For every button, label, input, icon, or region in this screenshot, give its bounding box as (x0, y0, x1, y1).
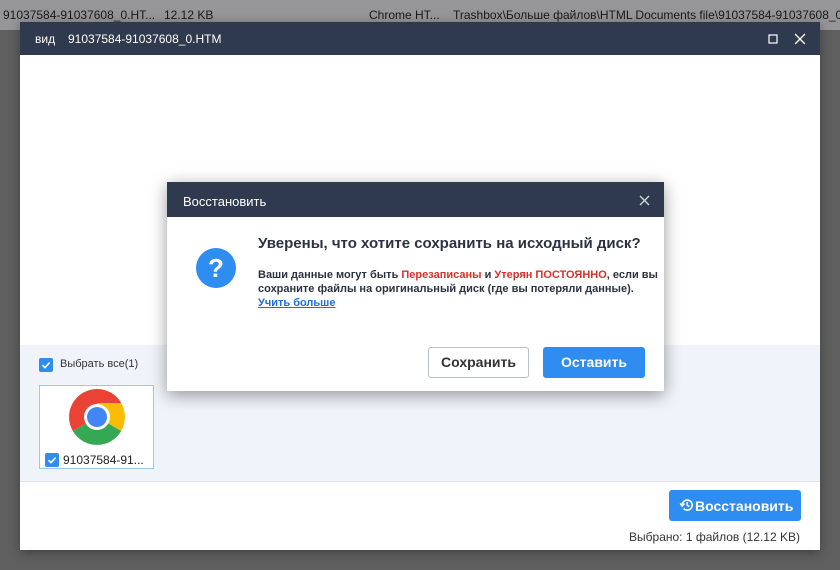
preview-title-bar: вид 91037584-91037608_0.HTM (20, 22, 820, 55)
dialog-title-bar: Восстановить (167, 182, 664, 217)
warning-lost: Утерян ПОСТОЯННО (494, 269, 607, 281)
preview-label: вид (35, 32, 56, 46)
chrome-icon (68, 388, 126, 451)
restore-button[interactable]: Восстановить (669, 490, 801, 521)
dialog-message: Ваши данные могут быть Перезаписаны и Ут… (258, 268, 658, 310)
file-checkbox-icon[interactable] (45, 453, 59, 467)
close-icon[interactable] (792, 31, 808, 47)
question-icon: ? (196, 248, 236, 288)
dialog-heading: Уверены, что хотите сохранить на исходны… (258, 235, 641, 252)
checkbox-icon (39, 358, 53, 372)
selected-info: Выбрано: 1 файлов (12.12 KB) (629, 530, 800, 544)
learn-more-link[interactable]: Учить больше (258, 297, 335, 309)
dialog-title: Восстановить (183, 194, 267, 209)
preview-filename: 91037584-91037608_0.HTM (68, 32, 222, 46)
save-button[interactable]: Сохранить (428, 347, 529, 378)
warning-overwritten: Перезаписаны (401, 269, 482, 281)
file-card[interactable]: 91037584-91... (39, 385, 154, 469)
preview-footer: Восстановить Выбрано: 1 файлов (12.12 KB… (20, 481, 820, 550)
restore-button-label: Восстановить (695, 498, 794, 514)
message-text: Ваши данные могут быть (258, 269, 402, 281)
confirm-dialog: Восстановить ? Уверены, что хотите сохра… (167, 182, 664, 391)
select-all-label: Выбрать все(1) (60, 358, 139, 370)
keep-button[interactable]: Оставить (543, 347, 645, 378)
message-text: и (481, 269, 495, 281)
history-icon (679, 497, 695, 516)
maximize-icon[interactable] (766, 32, 780, 46)
file-card-name: 91037584-91... (63, 453, 144, 467)
dialog-close-icon[interactable] (639, 194, 650, 209)
